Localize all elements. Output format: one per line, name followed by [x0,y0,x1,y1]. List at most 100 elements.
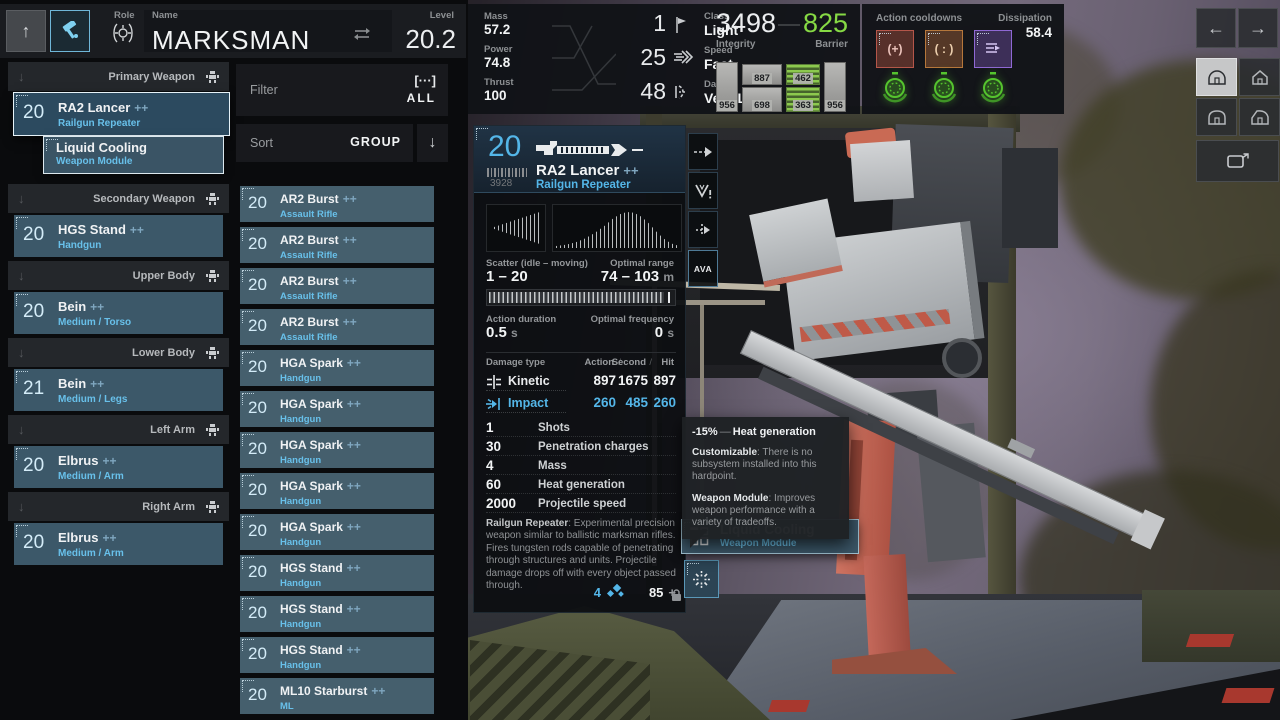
filter-icon: [···] [414,73,436,88]
resource-value: 100 [484,88,554,103]
equipped-item[interactable]: 20Elbrus++Medium / Arm [14,446,223,488]
damage-hit: 260 [653,395,676,410]
item-name-line: HGA Spark++ [280,477,361,495]
view-base-button[interactable] [1239,58,1280,96]
swap-icon[interactable] [352,26,372,47]
equipped-item[interactable]: 20HGS Stand++Handgun [14,215,223,257]
browser-item[interactable]: 20AR2 Burst++Assault Rifle [240,268,434,304]
class-icon [674,16,688,39]
browser-item[interactable]: 20AR2 Burst++Assault Rifle [240,309,434,345]
browser-item[interactable]: 20AR2 Burst++Assault Rifle [240,227,434,263]
item-level: 20 [248,193,267,213]
group-label: Secondary Weapon [93,193,195,205]
installed-module-item[interactable]: Liquid CoolingWeapon Module [44,137,223,173]
browser-item[interactable]: 20AR2 Burst++Assault Rifle [240,186,434,222]
item-plus-rank: ++ [343,274,357,288]
down-arrow-icon: ↓ [429,134,437,152]
item-level: 20 [248,398,267,418]
item-text: HGA Spark++Handgun [280,436,361,466]
item-level: 20 [23,102,44,124]
browser-item[interactable]: 20ML10 Starburst++ML [240,678,434,714]
item-plus-rank: ++ [130,223,144,237]
browser-item[interactable]: 20HGA Spark++Handgun [240,432,434,468]
item-subtitle: Assault Rifle [280,332,357,343]
ava-mode-button[interactable]: AVA [688,250,718,287]
group-header[interactable]: ↓Primary Weapon [8,62,229,91]
filter-box[interactable]: Filter [···] ALL [236,64,448,116]
prev-unit-button[interactable]: ← [1196,8,1236,48]
equipped-item[interactable]: 20Elbrus++Medium / Arm [14,523,223,565]
item-name-line: AR2 Burst++ [280,272,357,290]
integrity-value: 3498 [716,8,776,39]
item-level: 20 [23,224,44,246]
cooldown-slot-purple[interactable] [974,30,1012,68]
sort-direction-button[interactable]: ↓ [417,124,448,162]
back-button[interactable]: ↑ [6,10,46,52]
cooldown-gauge-icon [929,72,959,109]
item-name: ML10 Starburst [280,684,367,698]
equipped-item[interactable]: 21Bein++Medium / Legs [14,369,223,411]
item-plus-rank: ++ [102,531,116,545]
item-plus-rank: ++ [347,561,361,575]
tooltip-paragraph: Weapon Module: Improves weapon performan… [692,493,839,530]
group-header[interactable]: ↓ Secondary Weapon [8,184,229,213]
module-subtitle: Weapon Module [56,156,147,167]
sort-box[interactable]: Sort GROUP [236,124,413,162]
item-name-line: HGA Spark++ [280,354,361,372]
cooldown-glyph: (+) [888,42,903,56]
warning-stats-button[interactable] [688,172,718,209]
customize-tool-button[interactable] [50,10,90,52]
col-action: Action [584,357,614,368]
group-header[interactable]: ↓Right Arm [8,492,229,521]
right-arrow-icon: → [1249,18,1267,39]
item-name-line: HGS Stand++ [280,641,361,659]
item-text: HGA Spark++Handgun [280,354,361,384]
tooltip-paragraph: Customizable: There is no subsystem inst… [692,447,839,484]
mech-part-icon [206,500,219,518]
browser-item[interactable]: 20HGS Stand++Handgun [240,596,434,632]
damage-second: 1675 [618,373,648,388]
item-level: 20 [23,532,44,554]
browser-item[interactable]: 20HGA Spark++Handgun [240,514,434,550]
group-header[interactable]: ↓Left Arm [8,415,229,444]
cooldown-slot-red[interactable]: (+) [876,30,914,68]
next-unit-button[interactable]: → [1238,8,1278,48]
group-header[interactable]: ↓Lower Body [8,338,229,367]
view-shelter-button[interactable] [1239,98,1280,136]
group-header[interactable]: ↓Upper Body [8,261,229,290]
weapon-plus-rank: ++ [623,163,638,178]
dash-icon [674,84,692,105]
subsystem-slot-button[interactable] [684,560,719,598]
attribute-row: 4Mass [486,457,676,475]
browser-item[interactable]: 20HGS Stand++Handgun [240,555,434,591]
mech-part-icon [206,269,219,287]
barn-icon [1207,109,1227,125]
browser-item[interactable]: 20HGA Spark++Handgun [240,391,434,427]
cooldown-gauge-icon [880,72,910,109]
mobility-value: 48 [618,78,666,105]
view-barn-button[interactable] [1196,98,1237,136]
attribute-label: Penetration charges [538,441,649,453]
view-hangar-button[interactable] [1196,58,1237,96]
item-text: AR2 Burst++Assault Rifle [280,272,357,302]
browser-item[interactable]: 20HGA Spark++Handgun [240,473,434,509]
weapon-panel-header: 20 3928 RA2 Lancer++ Railgun Repeater [474,126,685,193]
v-warning-icon [694,183,712,199]
unit-name[interactable]: MARKSMAN [152,25,310,56]
asterisk-icon [693,571,710,588]
item-name-line: Bein++ [58,375,127,393]
projectile-path-button[interactable] [688,211,718,248]
crosshair-icon[interactable] [112,22,134,49]
equipped-item[interactable]: 20RA2 Lancer++Railgun Repeater [14,93,229,135]
damage-type-header: Damage type [486,357,545,368]
item-subtitle: Handgun [280,660,361,671]
browser-item[interactable]: 20 HGA Spark++Handgun [240,350,434,386]
railgun-silhouette-icon [536,138,660,162]
equipped-item[interactable]: 20Bein++Medium / Torso [14,292,223,334]
collapse-arrow-icon: ↓ [18,191,25,206]
cooldown-slot-orange[interactable]: ( : ) [925,30,963,68]
browser-item[interactable]: 20HGS Stand++Handgun [240,637,434,673]
toggle-view-button[interactable] [1196,140,1279,182]
item-level: 20 [248,357,267,377]
compare-button[interactable] [688,133,718,170]
